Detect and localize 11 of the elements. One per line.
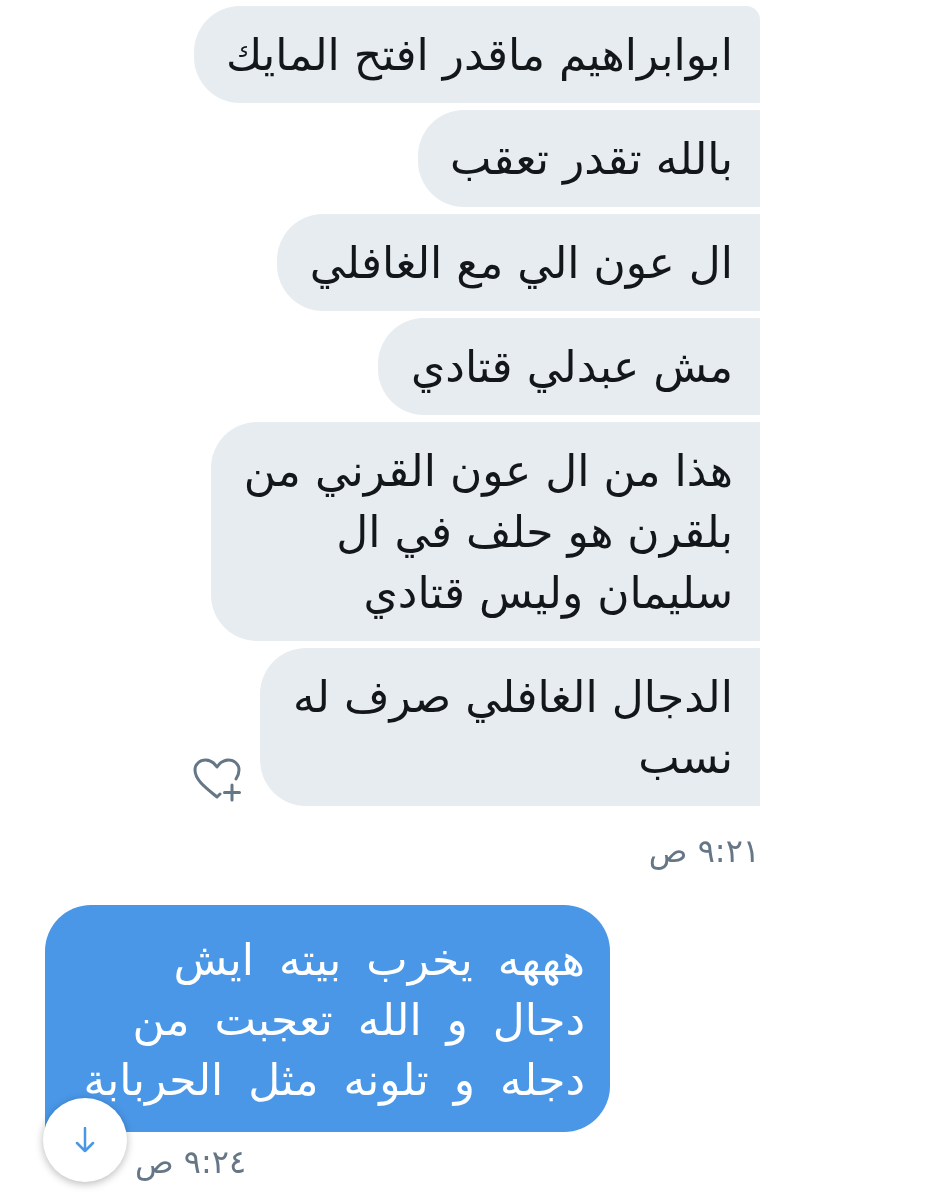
received-message: هذا من ال عون القرني من بلقرن هو حلف في ال سليمان وليس قتادي [211, 422, 760, 641]
received-message: ال عون الي مع الغافلي [277, 214, 760, 311]
message-time: ٩:٢١ ص [648, 833, 760, 869]
received-message: بالله تقدر تعقب [418, 110, 760, 207]
received-message: ابوابراهيم ماقدر افتح المايك [194, 6, 760, 103]
sent-message: هههه يخرب بيته ايش دجال و الله تعجبت من دجله و تلونه مثل الحربابة [45, 905, 610, 1132]
message-time: ٩:٢٤ ص [135, 1144, 247, 1180]
arrow-down-icon [75, 1127, 95, 1153]
received-message: مش عبدلي قتادي [378, 318, 760, 415]
received-message: الدجال الغافلي صرف له نسب [260, 648, 760, 806]
heart-plus-icon[interactable] [192, 758, 242, 802]
